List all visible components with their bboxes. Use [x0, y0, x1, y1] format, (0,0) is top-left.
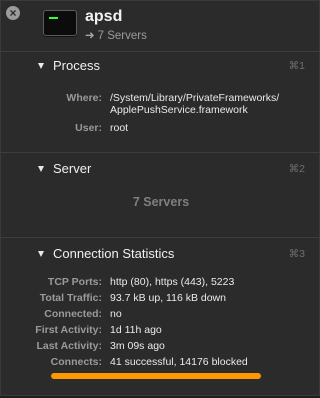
process-section: Process ⌘1 Where: /System/Library/Privat… — [1, 52, 319, 152]
last-activity-label: Last Activity: — [36, 340, 102, 352]
total-traffic-label: Total Traffic: — [39, 292, 102, 304]
connected-value: no — [110, 308, 122, 320]
server-summary-text: 7 Servers — [97, 30, 147, 42]
process-section-title: Process — [53, 58, 100, 73]
where-label: Where: — [66, 92, 102, 104]
server-count: 7 Servers — [132, 195, 190, 209]
last-activity-value: 3m 09s ago — [110, 340, 165, 352]
disclosure-triangle-icon[interactable] — [38, 251, 44, 257]
process-shortcut: ⌘1 — [288, 60, 305, 72]
total-traffic-value: 93.7 kB up, 116 kB down — [110, 292, 226, 304]
connects-value: 41 successful, 14176 blocked — [110, 356, 248, 368]
where-value-line1: /System/Library/PrivateFrameworks/ — [110, 92, 280, 104]
server-section-title: Server — [53, 161, 92, 176]
process-name: apsd — [85, 8, 123, 25]
process-section-header[interactable]: Process ⌘1 — [1, 52, 319, 80]
where-value: /System/Library/PrivateFrameworks/ Apple… — [110, 92, 279, 116]
connects-label: Connects: — [50, 356, 102, 368]
server-shortcut: ⌘2 — [288, 163, 305, 175]
disclosure-triangle-icon[interactable] — [38, 166, 44, 172]
first-activity-value: 1d 11h ago — [110, 324, 162, 336]
connection-section-title: Connection Statistics — [53, 246, 175, 261]
panel-header: × apsd ➜ 7 Servers — [1, 1, 319, 51]
first-activity-label: First Activity: — [35, 324, 102, 336]
connection-shortcut: ⌘3 — [288, 248, 305, 260]
user-value: root — [110, 122, 129, 134]
user-label: User: — [75, 122, 102, 134]
terminal-icon — [43, 10, 77, 36]
tcp-ports-value: http (80), https (443), 5223 — [110, 276, 235, 288]
where-value-line2: ApplePushService.framework — [110, 104, 248, 116]
arrow-icon: ➜ — [85, 30, 95, 42]
tcp-ports-label: TCP Ports: — [47, 276, 102, 288]
close-icon[interactable]: × — [6, 6, 20, 20]
server-section: Server ⌘2 7 Servers — [1, 153, 319, 237]
orange-highlight-underline — [51, 373, 261, 379]
connection-section-header[interactable]: Connection Statistics ⌘3 — [1, 240, 319, 268]
server-section-header[interactable]: Server ⌘2 — [1, 155, 319, 183]
inspector-panel: × apsd ➜ 7 Servers Process ⌘1 Where: /Sys… — [0, 0, 320, 396]
server-summary[interactable]: ➜ 7 Servers — [85, 28, 147, 42]
connected-label: Connected: — [44, 308, 102, 320]
disclosure-triangle-icon[interactable] — [38, 63, 44, 69]
